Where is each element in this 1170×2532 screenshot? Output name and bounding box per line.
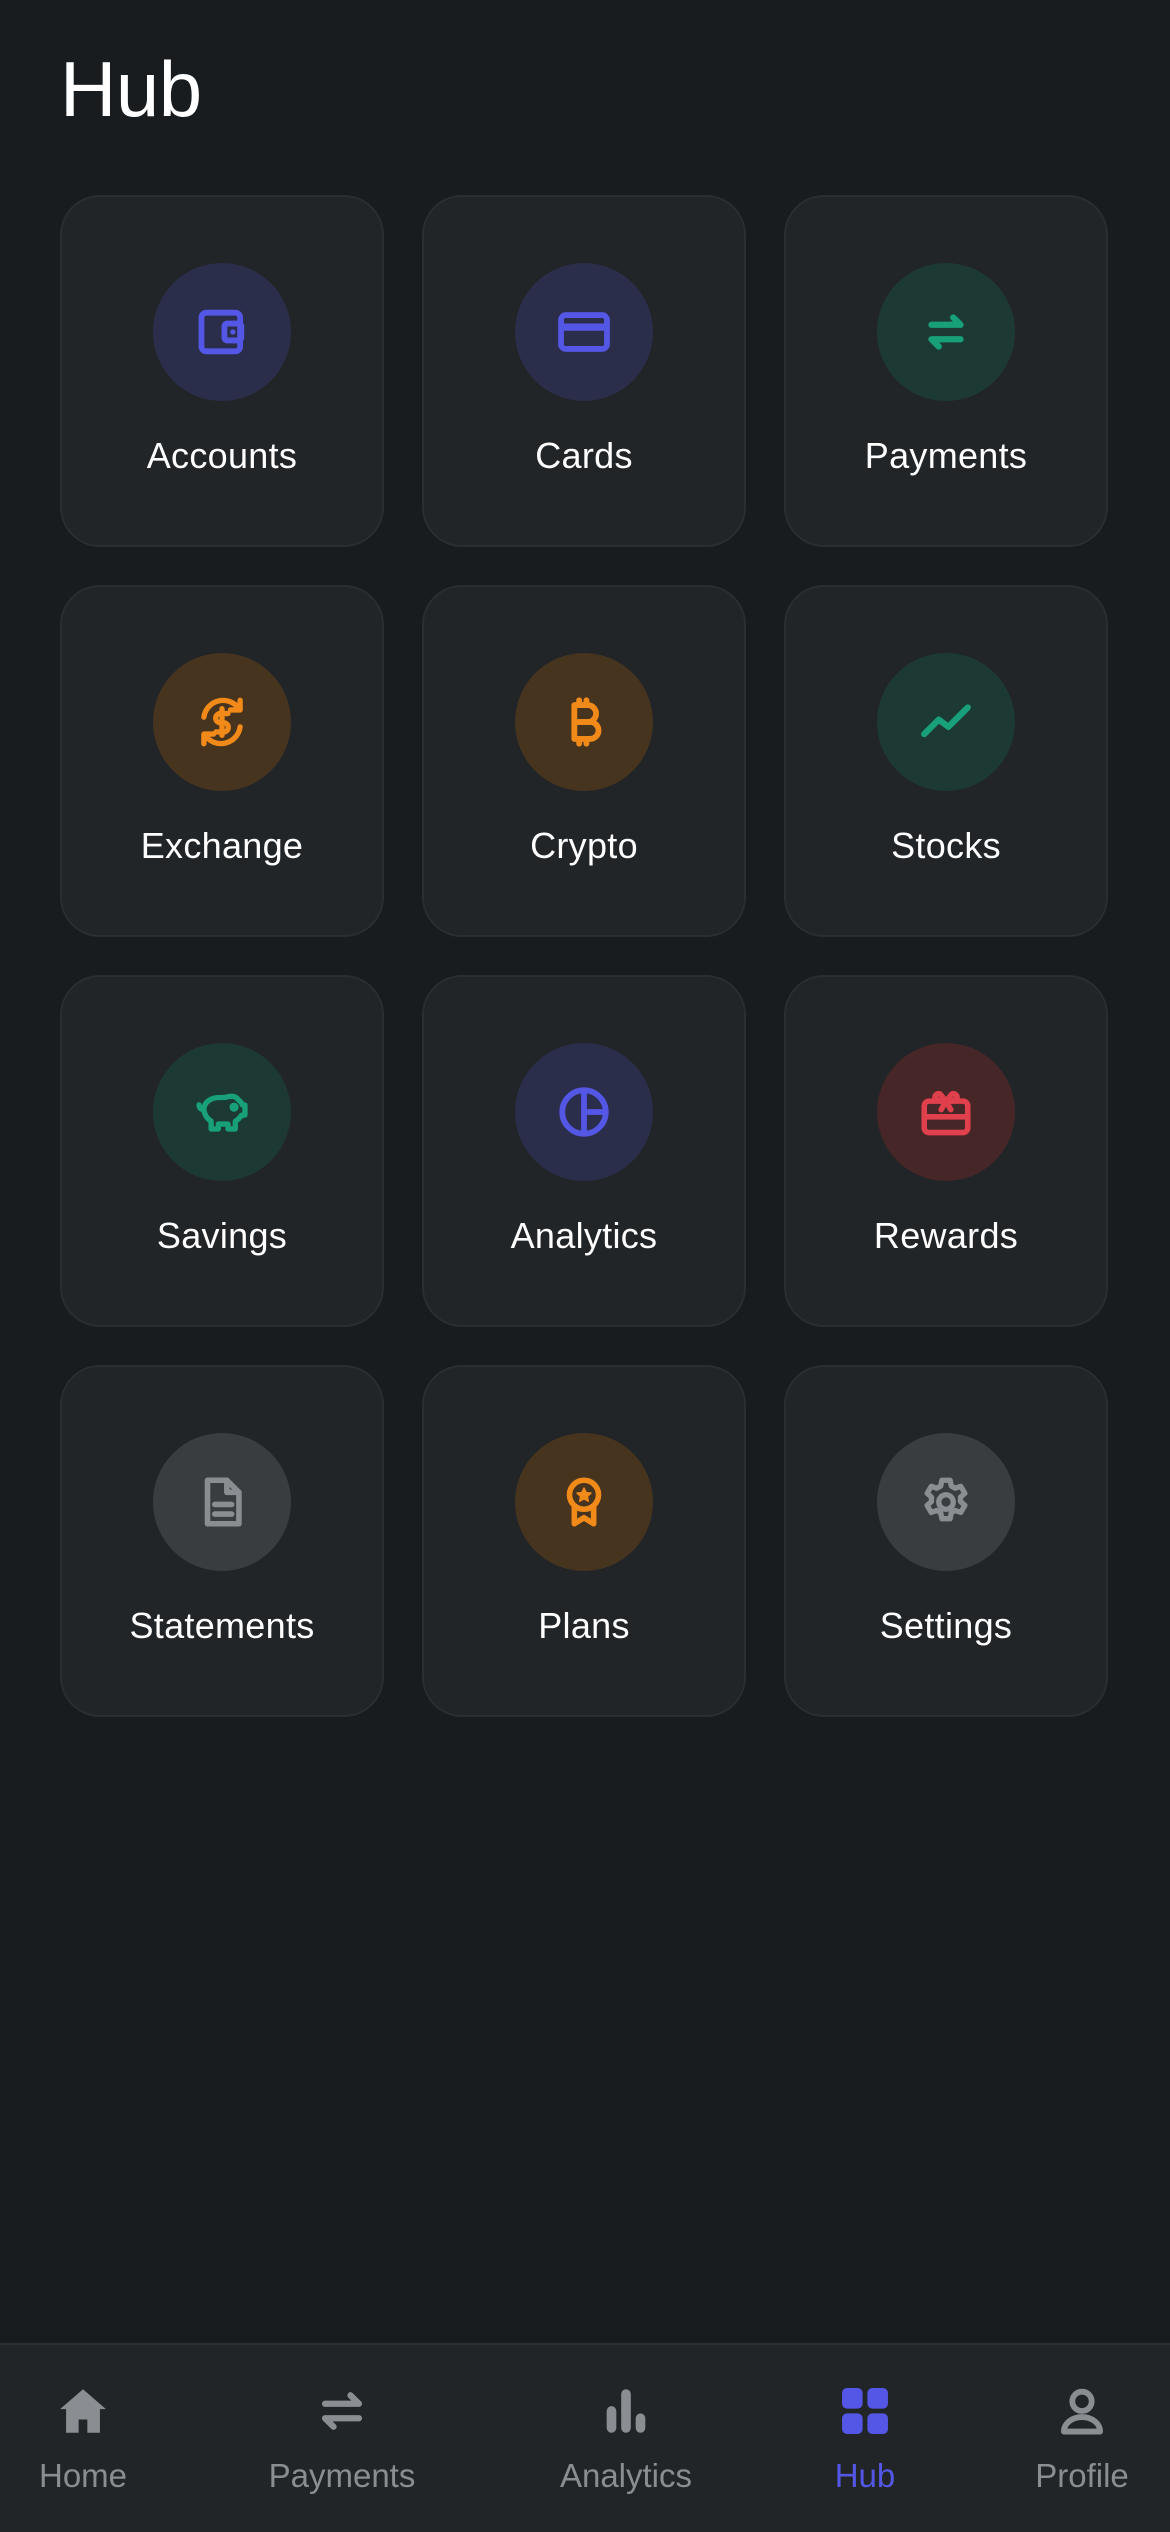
- document-icon: [153, 1433, 291, 1571]
- piggy-bank-icon: [153, 1043, 291, 1181]
- tile-crypto[interactable]: Crypto: [422, 585, 746, 937]
- wallet-icon: [153, 263, 291, 401]
- tab-label: Analytics: [559, 2457, 693, 2494]
- tile-savings[interactable]: Savings: [60, 975, 384, 1327]
- tile-label: Exchange: [140, 825, 304, 866]
- tab-profile[interactable]: Profile: [1022, 2345, 1142, 2532]
- tile-cards[interactable]: Cards: [422, 195, 746, 547]
- hub-screen: Hub Accounts Cards Payments Exchange Cry…: [0, 0, 1170, 2532]
- tab-label: Home: [38, 2457, 128, 2494]
- pie-chart-icon: [515, 1043, 653, 1181]
- credit-card-icon: [515, 263, 653, 401]
- tile-settings[interactable]: Settings: [784, 1365, 1108, 1717]
- tile-label: Payments: [864, 435, 1028, 476]
- bitcoin-icon: [515, 653, 653, 791]
- tile-label: Stocks: [891, 825, 1001, 866]
- tile-accounts[interactable]: Accounts: [60, 195, 384, 547]
- gear-icon: [877, 1433, 1015, 1571]
- gift-card-icon: [877, 1043, 1015, 1181]
- bottom-tab-bar: Home Payments Analytics Hub Profile: [0, 2343, 1170, 2532]
- page-title: Hub: [60, 45, 202, 133]
- bar-chart-icon: [596, 2381, 656, 2441]
- tile-exchange[interactable]: Exchange: [60, 585, 384, 937]
- tile-label: Savings: [156, 1215, 288, 1256]
- tile-statements[interactable]: Statements: [60, 1365, 384, 1717]
- tab-label: Profile: [1035, 2457, 1129, 2494]
- tile-label: Plans: [538, 1605, 630, 1646]
- hub-tile-grid: Accounts Cards Payments Exchange Crypto …: [60, 195, 1108, 1717]
- award-badge-icon: [515, 1433, 653, 1571]
- tile-label: Crypto: [530, 825, 638, 866]
- tile-label: Rewards: [873, 1215, 1019, 1256]
- tile-plans[interactable]: Plans: [422, 1365, 746, 1717]
- currency-exchange-icon: [153, 653, 291, 791]
- trending-up-icon: [877, 653, 1015, 791]
- tile-label: Accounts: [146, 435, 298, 476]
- tab-label: Payments: [268, 2457, 416, 2494]
- transfer-arrows-icon: [877, 263, 1015, 401]
- tile-label: Analytics: [510, 1215, 658, 1256]
- tab-hub[interactable]: Hub: [817, 2345, 913, 2532]
- transfer-arrows-icon: [312, 2381, 372, 2441]
- tab-analytics[interactable]: Analytics: [540, 2345, 712, 2532]
- person-icon: [1052, 2381, 1112, 2441]
- tile-label: Statements: [129, 1605, 315, 1646]
- home-icon: [53, 2381, 113, 2441]
- tab-label: Hub: [834, 2457, 896, 2494]
- tab-payments[interactable]: Payments: [252, 2345, 432, 2532]
- tile-stocks[interactable]: Stocks: [784, 585, 1108, 937]
- grid-icon: [835, 2381, 895, 2441]
- tile-rewards[interactable]: Rewards: [784, 975, 1108, 1327]
- tab-home[interactable]: Home: [21, 2345, 145, 2532]
- tile-payments[interactable]: Payments: [784, 195, 1108, 547]
- tile-label: Cards: [535, 435, 633, 476]
- tile-label: Settings: [879, 1605, 1013, 1646]
- tile-analytics[interactable]: Analytics: [422, 975, 746, 1327]
